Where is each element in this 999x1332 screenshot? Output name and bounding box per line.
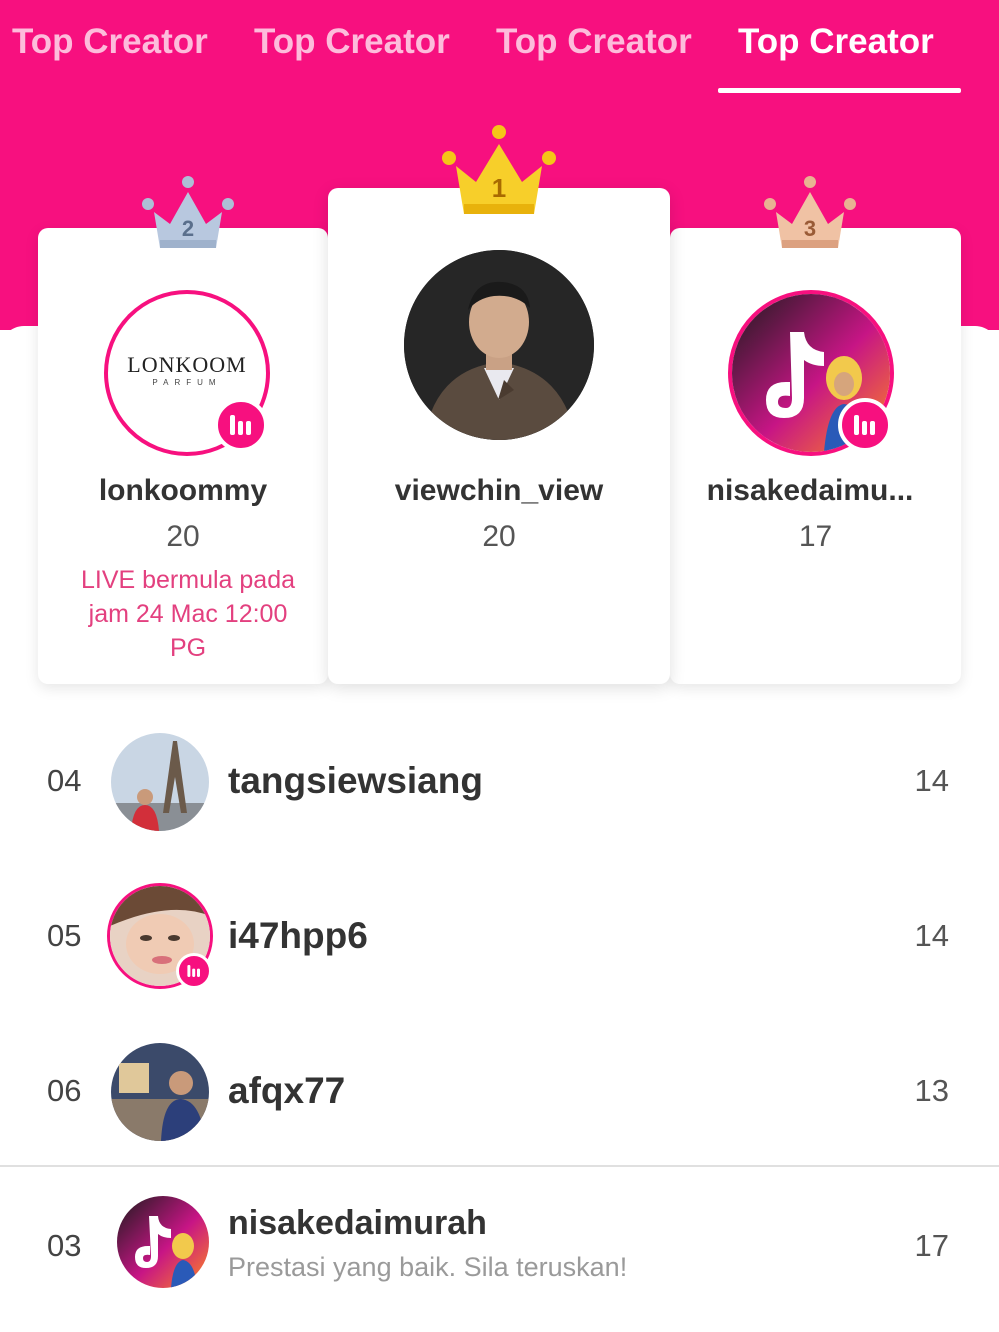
eiffel-tower-photo <box>111 733 209 831</box>
tab-top-creator-3[interactable]: Top Creator <box>496 22 692 62</box>
list-rank: 05 <box>47 918 82 953</box>
bronze-crown-icon: 3 <box>764 176 856 248</box>
person-photo <box>404 250 594 440</box>
list-item[interactable]: 04 tangsiewsiang 14 <box>0 716 999 846</box>
tiktok-profile-photo <box>117 1196 209 1288</box>
active-tab-indicator <box>718 88 961 93</box>
tab-top-creator-1[interactable]: Top Creator <box>12 22 208 62</box>
crown-rank-3-label: 3 <box>804 216 816 241</box>
podium-name-rank-3: nisakedaimu... <box>706 474 914 507</box>
podium-score-rank-2: 20 <box>166 520 200 553</box>
list-name: afqx77 <box>228 1070 346 1111</box>
live-schedule-note: LIVE bermula pada jam 24 Mac 12:00 PG <box>80 566 296 662</box>
self-row-divider <box>0 1165 999 1167</box>
tab-bar: Top Creator Top Creator Top Creator Top … <box>0 0 999 96</box>
list-name: tangsiewsiang <box>228 760 483 801</box>
live-bars-icon <box>230 415 251 435</box>
live-badge <box>176 953 212 989</box>
list-rank: 04 <box>47 763 82 798</box>
crown-rank-1-label: 1 <box>492 173 506 203</box>
podium-avatar-rank-1[interactable] <box>404 250 594 440</box>
my-encouragement-text: Prestasi yang baik. Sila teruskan! <box>228 1252 628 1282</box>
podium-score-rank-1: 20 <box>482 520 516 553</box>
my-rank-row[interactable]: 03 nisakedaimurah Prestasi yang baik. Si… <box>0 1180 999 1320</box>
lonkoom-logo-subtext: PARFUM <box>152 378 222 387</box>
avatar[interactable] <box>117 1196 209 1288</box>
list-item[interactable]: 06 afqx77 13 <box>0 1026 999 1156</box>
live-bars-icon <box>187 965 200 977</box>
tab-top-creator-2[interactable]: Top Creator <box>254 22 450 62</box>
gold-crown-icon: 1 <box>442 125 556 214</box>
avatar[interactable] <box>111 733 209 831</box>
lonkoom-logo-text: LONKOOM <box>127 352 247 377</box>
crown-rank-2-label: 2 <box>182 216 194 241</box>
list-score: 13 <box>914 1073 949 1108</box>
my-name: nisakedaimurah <box>228 1204 487 1242</box>
my-score: 17 <box>914 1228 949 1263</box>
live-badge-rank-2 <box>214 398 268 452</box>
street-photo <box>111 1043 209 1141</box>
list-name: i47hpp6 <box>228 915 368 956</box>
live-badge-rank-3 <box>838 398 892 452</box>
live-bars-icon <box>854 415 875 435</box>
list-score: 14 <box>914 763 949 798</box>
my-rank: 03 <box>47 1228 82 1263</box>
podium-score-rank-3: 17 <box>798 520 833 553</box>
list-score: 14 <box>914 918 949 953</box>
list-item[interactable]: 05 i47hpp6 14 <box>0 871 999 1001</box>
avatar[interactable] <box>111 1043 209 1141</box>
list-rank: 06 <box>47 1073 82 1108</box>
silver-crown-icon: 2 <box>142 176 234 248</box>
tab-top-creator-4[interactable]: Top Creator <box>738 22 934 62</box>
podium-name-rank-1: viewchin_view <box>394 474 604 507</box>
podium-name-rank-2: lonkoommy <box>98 474 268 507</box>
